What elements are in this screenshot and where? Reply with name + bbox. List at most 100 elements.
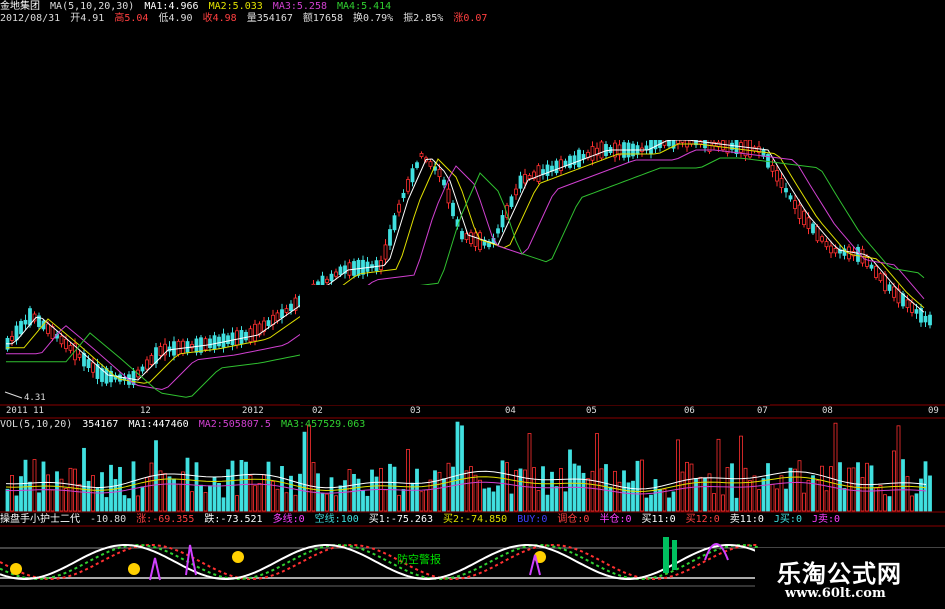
- volume-bar: [167, 476, 172, 512]
- candle-body: [212, 335, 217, 350]
- candle-body: [721, 140, 725, 151]
- candle-body: [428, 161, 433, 167]
- candle-body: [244, 331, 248, 341]
- volume-bar: [122, 495, 127, 512]
- candle-body: [334, 271, 338, 277]
- candle-body: [91, 362, 95, 373]
- volume-bar: [298, 473, 302, 512]
- candle-body: [770, 164, 775, 172]
- occlusion-block-top: [530, 0, 945, 140]
- volume-bar: [289, 475, 293, 512]
- vol-ma3: MA3:457529.063: [280, 419, 366, 430]
- candle-body: [275, 312, 280, 322]
- volume-bar: [14, 495, 19, 512]
- candle-body: [140, 366, 145, 372]
- volume-bar: [707, 473, 712, 512]
- air-defense-warning-label: 防空警报: [397, 553, 441, 566]
- volume-bar: [190, 491, 194, 512]
- volume-bar: [140, 486, 145, 512]
- candle-body: [811, 223, 815, 234]
- candle-body: [10, 335, 14, 341]
- candle-body: [518, 175, 523, 189]
- volume-bar: [640, 459, 644, 512]
- volume-bar: [824, 490, 829, 512]
- candle-body: [545, 164, 550, 176]
- volume-bar: [545, 494, 550, 512]
- volume-bar: [64, 488, 68, 512]
- volume-bar: [406, 448, 410, 512]
- month-label: 05: [586, 406, 597, 416]
- month-label: 03: [410, 406, 421, 416]
- candle-body: [797, 204, 802, 219]
- volume-bar: [793, 468, 797, 512]
- volume-bar: [100, 472, 104, 512]
- candle-body: [910, 302, 914, 313]
- volume-bar: [887, 496, 892, 512]
- volume-bar: [874, 487, 878, 512]
- volume-bars: [5, 421, 932, 512]
- volume-bar: [118, 466, 122, 512]
- volume-bar: [568, 449, 572, 512]
- candle-body: [469, 232, 473, 244]
- low-marker-label: 4.31: [24, 393, 46, 403]
- candle-body: [514, 188, 518, 196]
- candle-body: [878, 273, 883, 282]
- volume-bar: [370, 469, 374, 512]
- volume-bar: [280, 466, 284, 512]
- month-label: 09: [928, 406, 939, 416]
- volume-bar: [388, 463, 392, 512]
- candle-body: [604, 144, 608, 156]
- candle-body: [644, 145, 649, 150]
- volume-bar: [419, 491, 424, 512]
- volume-bar: [473, 474, 478, 512]
- volume-bar: [716, 438, 721, 512]
- volume-bar: [194, 462, 199, 512]
- indicator-name[interactable]: 操盘手小护士二代: [0, 514, 80, 525]
- volume-bar: [469, 466, 473, 512]
- brand-url: www.60lt.com: [785, 586, 886, 601]
- candle-body: [829, 245, 833, 254]
- candle-body: [784, 188, 788, 193]
- ind-v9: 调仓:0: [557, 514, 590, 525]
- volume-bar: [667, 497, 671, 512]
- volume-bar: [500, 460, 505, 512]
- volume-bar: [649, 494, 653, 512]
- candle-body: [442, 179, 446, 186]
- candle-body: [779, 178, 784, 188]
- candle-body: [833, 248, 838, 254]
- volume-bar: [712, 493, 716, 512]
- candle-body: [397, 203, 401, 213]
- candle-body: [379, 260, 383, 270]
- candle-body: [338, 266, 343, 275]
- ind-v13: 卖11:0: [729, 514, 764, 525]
- candle-body: [185, 341, 190, 353]
- volume-bar: [496, 485, 500, 512]
- vol-ma1: MA1:447460: [128, 419, 189, 430]
- candle-body: [347, 262, 352, 276]
- volume-bar: [37, 492, 41, 512]
- volume-bar: [779, 475, 784, 512]
- volume-bar: [622, 470, 626, 512]
- volume-bar: [541, 466, 545, 512]
- volume-bar: [833, 422, 838, 512]
- volume-bar: [806, 479, 811, 512]
- buy-signal-icon: [663, 537, 677, 573]
- candle-body: [199, 337, 203, 353]
- month-label: 08: [822, 406, 833, 416]
- volume-bar: [905, 476, 910, 512]
- candle-body: [869, 264, 874, 269]
- volume-bar: [766, 463, 770, 512]
- candle-body: [410, 168, 415, 183]
- volume-bar: [554, 486, 559, 512]
- volume-bar: [361, 490, 365, 512]
- volume-bar: [109, 464, 113, 512]
- volume-bar: [784, 488, 788, 512]
- candle-body: [176, 340, 181, 355]
- candle-body: [554, 160, 559, 174]
- volume-bar: [95, 488, 100, 512]
- candle-body: [230, 332, 235, 346]
- volume-bar: [19, 476, 23, 512]
- volume-bar: [860, 477, 865, 512]
- candle-body: [887, 284, 892, 291]
- volume-bar: [5, 488, 10, 512]
